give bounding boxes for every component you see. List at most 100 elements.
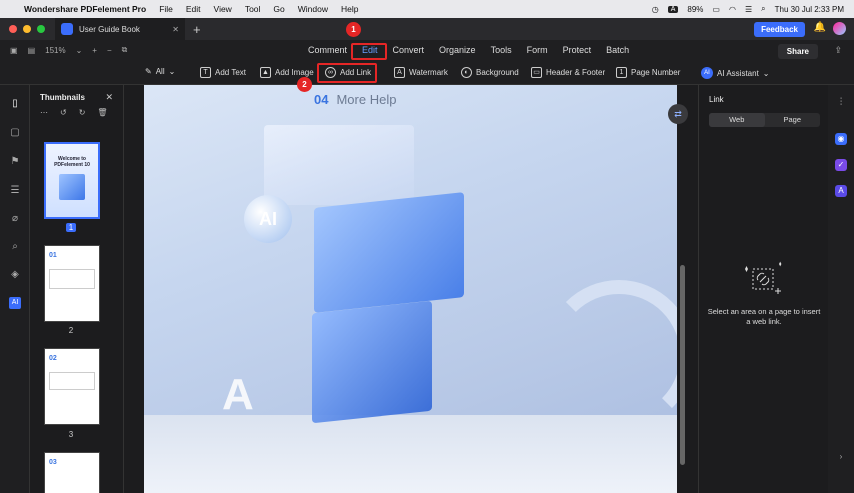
more-icon[interactable]: ⋯ xyxy=(40,108,48,117)
avatar[interactable] xyxy=(833,22,846,35)
background-button[interactable]: ◐ Background xyxy=(461,67,519,78)
upload-icon[interactable]: ⇪ xyxy=(834,45,842,56)
translate-panel-icon[interactable]: A xyxy=(835,185,847,197)
step-badge-1: 1 xyxy=(346,22,361,37)
menu-window[interactable]: Window xyxy=(298,4,328,14)
page-number-icon: 1 xyxy=(616,67,627,78)
close-tab-icon[interactable]: ✕ xyxy=(172,25,179,34)
zoom-level[interactable]: 151% xyxy=(45,46,65,55)
battery-level[interactable]: 89% xyxy=(687,5,703,14)
background-icon: ◐ xyxy=(461,67,472,78)
control-center-icon[interactable]: ☰ xyxy=(745,5,752,14)
spotlight-icon[interactable]: ⌕ xyxy=(761,4,765,14)
feedback-button[interactable]: Feedback xyxy=(754,22,805,37)
clock-icon[interactable]: ◷ xyxy=(652,5,659,14)
right-icon-rail: ⫶ ◉ ✓ A › xyxy=(828,85,854,493)
header-footer-button[interactable]: ▭ Header & Footer xyxy=(531,67,605,78)
thumbnail-page-2[interactable]: 01 xyxy=(44,245,100,322)
thumbnail-1-image xyxy=(59,174,85,200)
new-tab-button[interactable]: + xyxy=(193,22,201,37)
menu-go[interactable]: Go xyxy=(273,4,284,14)
tab-comment[interactable]: Comment xyxy=(308,45,347,55)
link-area-icon xyxy=(745,261,782,294)
thumbnail-page-4[interactable]: 03 xyxy=(44,452,100,493)
tab-batch[interactable]: Batch xyxy=(606,45,629,55)
discord-icon[interactable]: ◉ xyxy=(835,133,847,145)
link-panel-title: Link xyxy=(709,95,724,104)
page-layout-icon[interactable]: ▤ xyxy=(28,46,36,55)
sidebar-toggle-icon[interactable]: ▣ xyxy=(10,46,18,55)
thumbnail-3-number: 02 xyxy=(49,355,57,362)
tab-tools[interactable]: Tools xyxy=(491,45,512,55)
share-button[interactable]: Share xyxy=(777,44,818,59)
chevron-down-icon[interactable]: ⌄ xyxy=(76,46,83,55)
document-scroll-thumb[interactable] xyxy=(680,265,685,465)
datetime[interactable]: Thu 30 Jul 2:33 PM xyxy=(775,5,844,14)
link-panel: Link Web Page Select an area on a page t… xyxy=(698,85,828,493)
thumbnail-2-number: 01 xyxy=(49,252,57,259)
zoom-in-icon[interactable]: + xyxy=(92,46,97,55)
tab-organize[interactable]: Organize xyxy=(439,45,476,55)
thumbnail-page-3[interactable]: 02 xyxy=(44,348,100,425)
document-scrollbar[interactable] xyxy=(677,85,689,493)
menu-view[interactable]: View xyxy=(214,4,232,14)
thumbnail-4-number: 03 xyxy=(49,459,57,466)
properties-icon[interactable]: ⫶ xyxy=(835,97,847,109)
watermark-button[interactable]: A Watermark xyxy=(394,67,448,78)
ai-assistant-label: AI Assistant xyxy=(717,68,759,78)
layers-icon[interactable]: ◈ xyxy=(9,269,21,281)
bell-icon[interactable]: 🔔 xyxy=(814,22,826,33)
checklist-icon[interactable]: ✓ xyxy=(835,159,847,171)
tab-bar: User Guide Book ✕ + Feedback 🔔 xyxy=(0,18,854,40)
layers-list-icon[interactable]: ☰ xyxy=(9,185,21,197)
translate-icon[interactable]: ⇄ xyxy=(668,104,688,124)
input-source-icon[interactable]: A xyxy=(667,5,679,13)
document-tab[interactable]: User Guide Book ✕ xyxy=(55,18,185,40)
menu-help[interactable]: Help xyxy=(341,4,358,14)
zoom-out-icon[interactable]: − xyxy=(107,46,112,55)
select-all-label: All xyxy=(155,67,165,76)
tab-web[interactable]: Web xyxy=(709,113,765,127)
tab-convert[interactable]: Convert xyxy=(393,45,425,55)
attachment-icon[interactable]: ⌀ xyxy=(9,213,21,225)
section-heading: 04 More Help xyxy=(314,92,396,107)
bookmark-icon[interactable]: ⚑ xyxy=(9,156,21,168)
chevron-right-icon[interactable]: › xyxy=(835,451,847,463)
trash-icon[interactable]: 🗑 xyxy=(97,108,107,117)
view-controls: ▣ ▤ 151% ⌄ + − ⧉ xyxy=(10,45,127,55)
rotate-right-icon[interactable]: ↻ xyxy=(79,108,86,117)
add-text-button[interactable]: T Add Text xyxy=(200,67,246,78)
comment-icon[interactable]: ▢ xyxy=(9,127,21,139)
pdfelement-icon xyxy=(61,23,73,35)
tab-page[interactable]: Page xyxy=(765,113,821,127)
close-window-button[interactable] xyxy=(9,25,17,33)
pen-icon: ✎ xyxy=(145,67,152,76)
search-icon[interactable]: ⌕ xyxy=(9,241,21,253)
tab-form[interactable]: Form xyxy=(527,45,548,55)
tab-protect[interactable]: Protect xyxy=(563,45,592,55)
header-footer-label: Header & Footer xyxy=(546,68,606,77)
thumbnail-page-1[interactable]: Welcome to PDFelement 10 xyxy=(44,142,100,219)
menu-tool[interactable]: Tool xyxy=(245,4,261,14)
app-name[interactable]: Wondershare PDFelement Pro xyxy=(24,4,146,14)
page-number-button[interactable]: 1 Page Number xyxy=(616,67,680,78)
ai-assistant-button[interactable]: AI AI Assistant ⌄ xyxy=(701,67,770,79)
zoom-window-button[interactable] xyxy=(37,25,45,33)
wifi-icon[interactable]: ◠ xyxy=(729,5,736,14)
left-icon-rail: ▯ ▢ ⚑ ☰ ⌀ ⌕ ◈ AI xyxy=(0,85,30,493)
document-canvas[interactable]: 04 More Help AI A xyxy=(144,85,677,493)
edit-tab-highlight xyxy=(351,43,387,60)
glass-panel-image xyxy=(264,125,414,205)
select-all-button[interactable]: ✎ All ⌄ xyxy=(145,67,175,76)
thumbnail-1-heading: Welcome to PDFelement 10 xyxy=(54,156,90,168)
rotate-left-icon[interactable]: ↺ xyxy=(60,108,67,117)
menu-file[interactable]: File xyxy=(159,4,173,14)
ai-sidebar-icon[interactable]: AI xyxy=(9,297,21,309)
link-type-selector: Web Page xyxy=(709,113,820,127)
fit-page-icon[interactable]: ⧉ xyxy=(122,45,128,55)
page-icon[interactable]: ▯ xyxy=(9,98,21,110)
minimize-window-button[interactable] xyxy=(23,25,31,33)
background-label: Background xyxy=(476,68,519,77)
menu-edit[interactable]: Edit xyxy=(186,4,201,14)
close-icon[interactable]: ✕ xyxy=(105,92,113,103)
